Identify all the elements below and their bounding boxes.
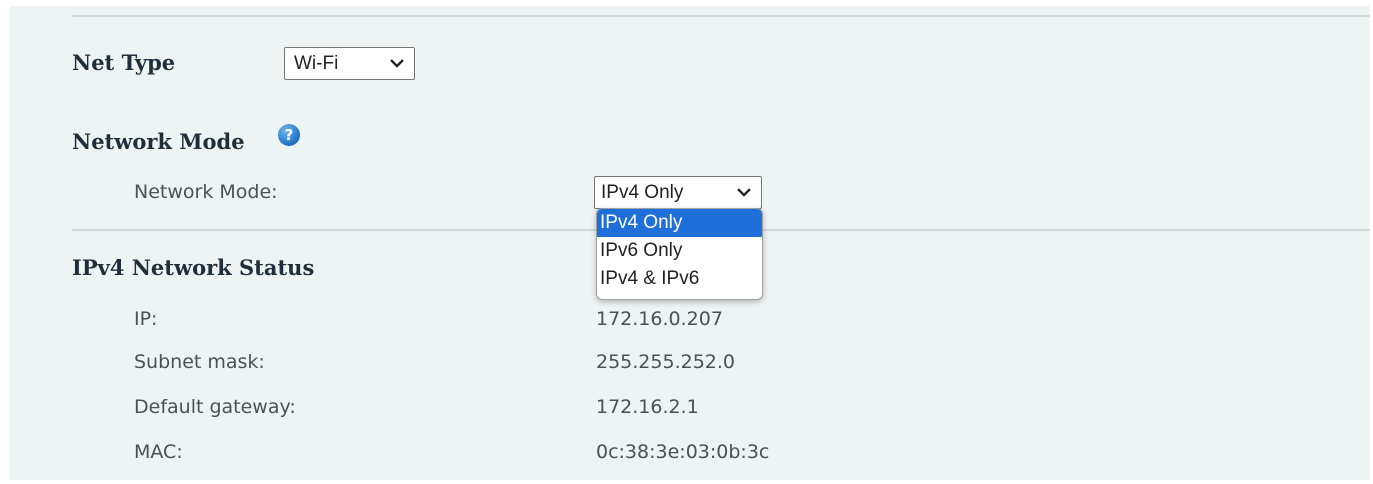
ip-value: 172.16.0.207: [596, 308, 723, 330]
ipv4-status-section-title: IPv4 Network Status: [72, 255, 315, 280]
net-type-select[interactable]: Wi-Fi: [284, 47, 415, 80]
default-gateway-value: 172.16.2.1: [596, 396, 699, 418]
dropdown-option-ipv4-only[interactable]: IPv4 Only: [597, 209, 762, 237]
default-gateway-label: Default gateway:: [134, 396, 296, 418]
subnet-mask-value: 255.255.252.0: [596, 351, 736, 373]
net-type-label: Net Type: [72, 50, 176, 75]
dropdown-option-ipv6-only[interactable]: IPv6 Only: [597, 237, 762, 265]
network-mode-dropdown-list: IPv4 Only IPv6 Only IPv4 & IPv6: [596, 208, 763, 300]
network-mode-value: IPv4 Only: [601, 181, 684, 203]
network-mode-select[interactable]: IPv4 Only: [594, 176, 762, 209]
network-mode-section-title: Network Mode: [72, 129, 245, 154]
dropdown-option-ipv4-ipv6[interactable]: IPv4 & IPv6: [597, 265, 762, 293]
chevron-down-icon: [390, 58, 404, 68]
chevron-down-icon: [737, 187, 751, 197]
mac-value: 0c:38:3e:03:0b:3c: [596, 441, 770, 463]
subnet-mask-label: Subnet mask:: [134, 351, 265, 373]
mac-label: MAC:: [134, 441, 183, 463]
divider: [72, 15, 1370, 17]
ip-label: IP:: [134, 308, 158, 330]
question-circle-icon[interactable]: ?: [278, 124, 300, 146]
net-type-value: Wi-Fi: [294, 52, 339, 74]
network-mode-field-label: Network Mode:: [134, 181, 278, 203]
